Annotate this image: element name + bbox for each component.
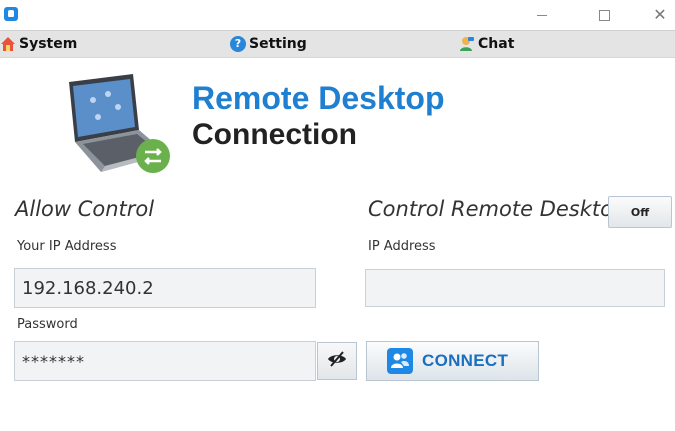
maximize-button[interactable]	[581, 0, 627, 30]
toggle-password-button[interactable]	[317, 342, 357, 380]
menu-label-system: System	[19, 36, 78, 52]
password-field[interactable]: *******	[14, 341, 316, 381]
menu-label-setting: Setting	[249, 36, 307, 52]
minimize-icon	[537, 15, 547, 16]
menu-label-chat: Chat	[478, 36, 515, 52]
connect-label: CONNECT	[422, 351, 509, 370]
app-icon	[4, 7, 18, 21]
remote-control-toggle[interactable]: Off	[608, 196, 672, 228]
menu-bar: System ? Setting Chat	[0, 30, 675, 58]
title-bar: ✕	[0, 0, 675, 30]
eye-slash-icon	[327, 351, 347, 371]
help-icon: ?	[230, 36, 246, 52]
connect-button[interactable]: CONNECT	[366, 341, 539, 381]
your-ip-field[interactable]: 192.168.240.2	[14, 268, 316, 308]
password-label: Password	[17, 317, 78, 332]
home-icon	[0, 36, 16, 52]
your-ip-label: Your IP Address	[17, 239, 117, 254]
menu-item-system[interactable]: System	[0, 34, 77, 54]
laptop-transfer-icon	[63, 72, 175, 176]
remote-ip-input[interactable]	[365, 269, 665, 307]
minimize-button[interactable]	[519, 0, 565, 30]
maximize-icon	[598, 10, 610, 21]
close-button[interactable]: ✕	[637, 0, 675, 30]
users-icon	[387, 348, 413, 374]
allow-control-title: Allow Control	[15, 197, 155, 221]
app-title: Remote Desktop	[192, 80, 445, 116]
remote-ip-label: IP Address	[368, 239, 436, 254]
menu-item-chat[interactable]: Chat	[459, 34, 514, 54]
control-remote-title: Control Remote Desktop	[368, 197, 627, 221]
menu-item-setting[interactable]: ? Setting	[230, 34, 307, 54]
app-subtitle: Connection	[192, 118, 357, 151]
close-icon: ✕	[653, 5, 667, 24]
chat-user-icon	[459, 36, 475, 52]
